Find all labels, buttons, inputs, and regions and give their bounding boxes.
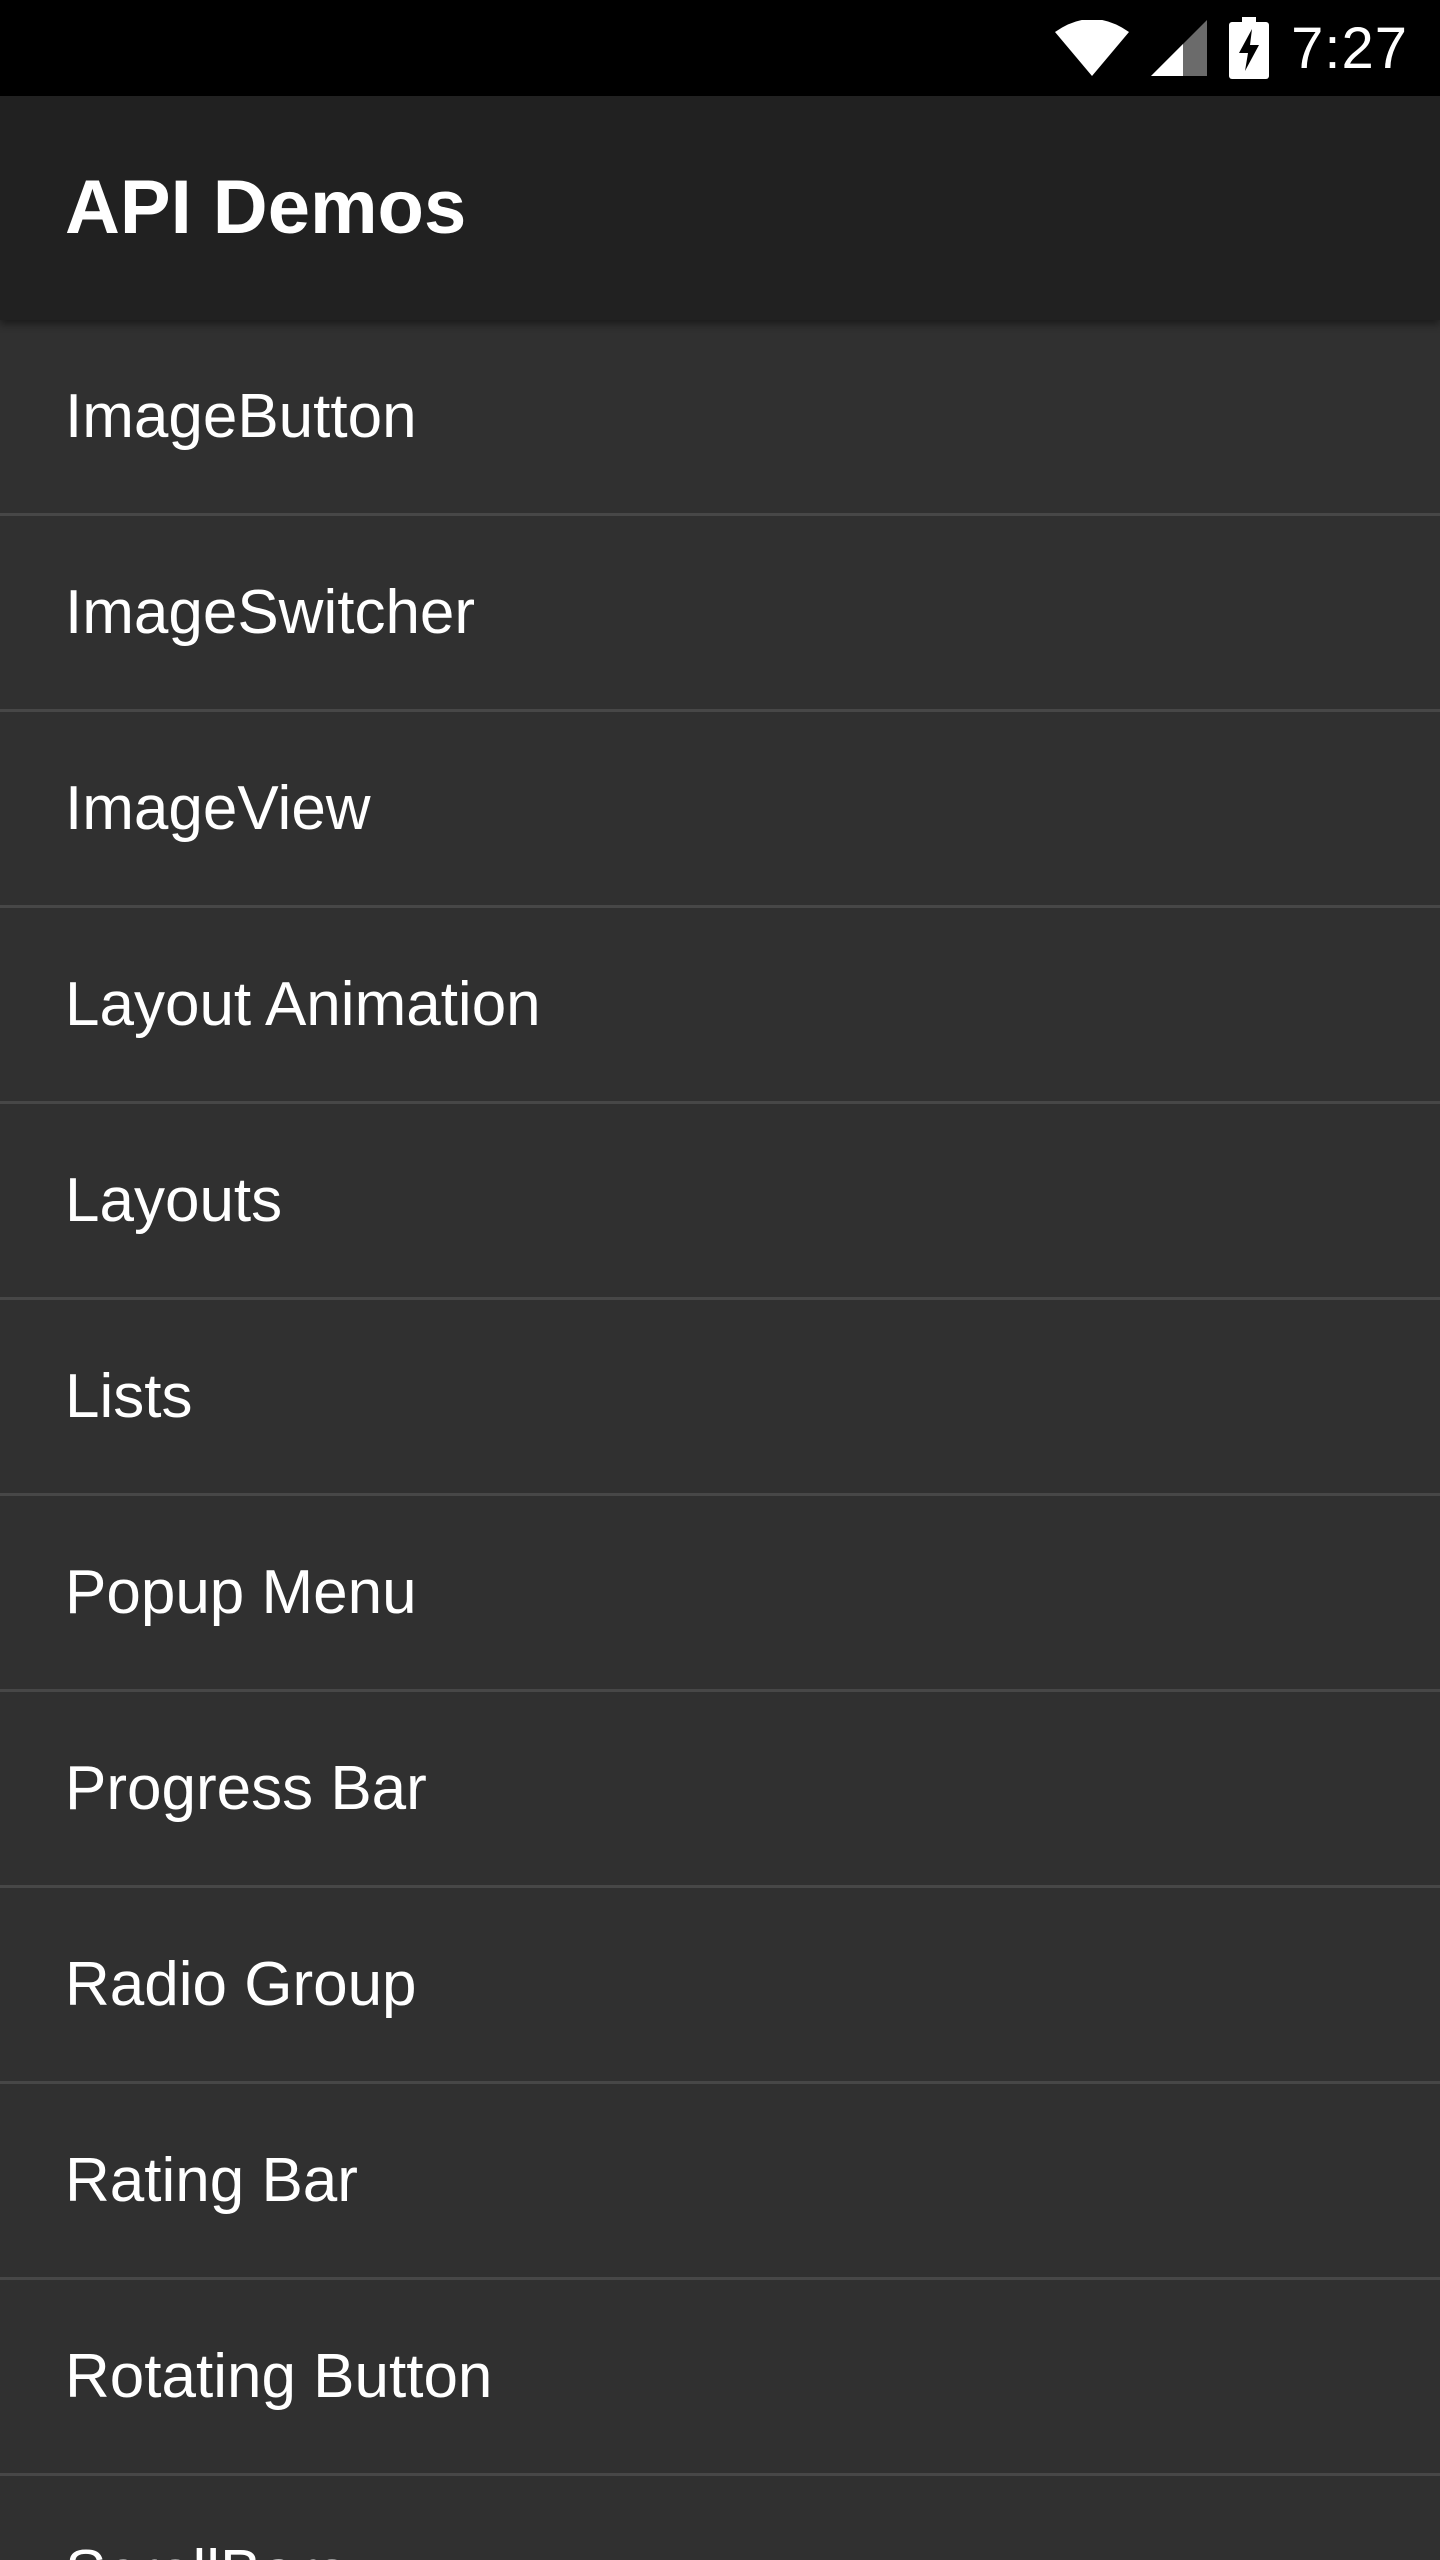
battery-charging-icon <box>1229 17 1270 79</box>
list-item-label: Layout Animation <box>65 970 541 1039</box>
list-item-label: Rating Bar <box>65 2146 358 2215</box>
list-item-progress-bar[interactable]: Progress Bar <box>0 1692 1440 1888</box>
list-item-rotating-button[interactable]: Rotating Button <box>0 2280 1440 2476</box>
demo-list[interactable]: ImageButton ImageSwitcher ImageView Layo… <box>0 320 1440 2560</box>
app-title: API Demos <box>65 165 467 250</box>
list-item-lists[interactable]: Lists <box>0 1300 1440 1496</box>
list-item-layout-animation[interactable]: Layout Animation <box>0 908 1440 1104</box>
list-item-imagebutton[interactable]: ImageButton <box>0 320 1440 516</box>
list-item-imageview[interactable]: ImageView <box>0 712 1440 908</box>
list-item-radio-group[interactable]: Radio Group <box>0 1888 1440 2084</box>
list-item-label: Radio Group <box>65 1950 417 2019</box>
list-item-label: ImageView <box>65 774 371 843</box>
cell-signal-icon <box>1151 20 1208 76</box>
status-bar: 7:27 <box>0 0 1440 96</box>
list-item-scrollbars[interactable]: ScrollBars <box>0 2476 1440 2560</box>
list-item-label: ScrollBars <box>65 2476 348 2560</box>
list-item-layouts[interactable]: Layouts <box>0 1104 1440 1300</box>
list-item-label: Popup Menu <box>65 1558 417 1627</box>
list-item-rating-bar[interactable]: Rating Bar <box>0 2084 1440 2280</box>
wifi-icon <box>1055 20 1130 76</box>
list-item-popup-menu[interactable]: Popup Menu <box>0 1496 1440 1692</box>
status-icons: 7:27 <box>1055 0 1408 96</box>
list-item-label: ImageButton <box>65 382 417 451</box>
list-item-imageswitcher[interactable]: ImageSwitcher <box>0 516 1440 712</box>
list-item-label: Progress Bar <box>65 1754 427 1823</box>
list-item-label: Layouts <box>65 1166 283 1235</box>
app-bar: API Demos <box>0 96 1440 320</box>
status-time: 7:27 <box>1291 15 1408 81</box>
list-item-label: ImageSwitcher <box>65 578 476 647</box>
list-item-label: Rotating Button <box>65 2342 493 2411</box>
list-item-label: Lists <box>65 1362 193 1431</box>
